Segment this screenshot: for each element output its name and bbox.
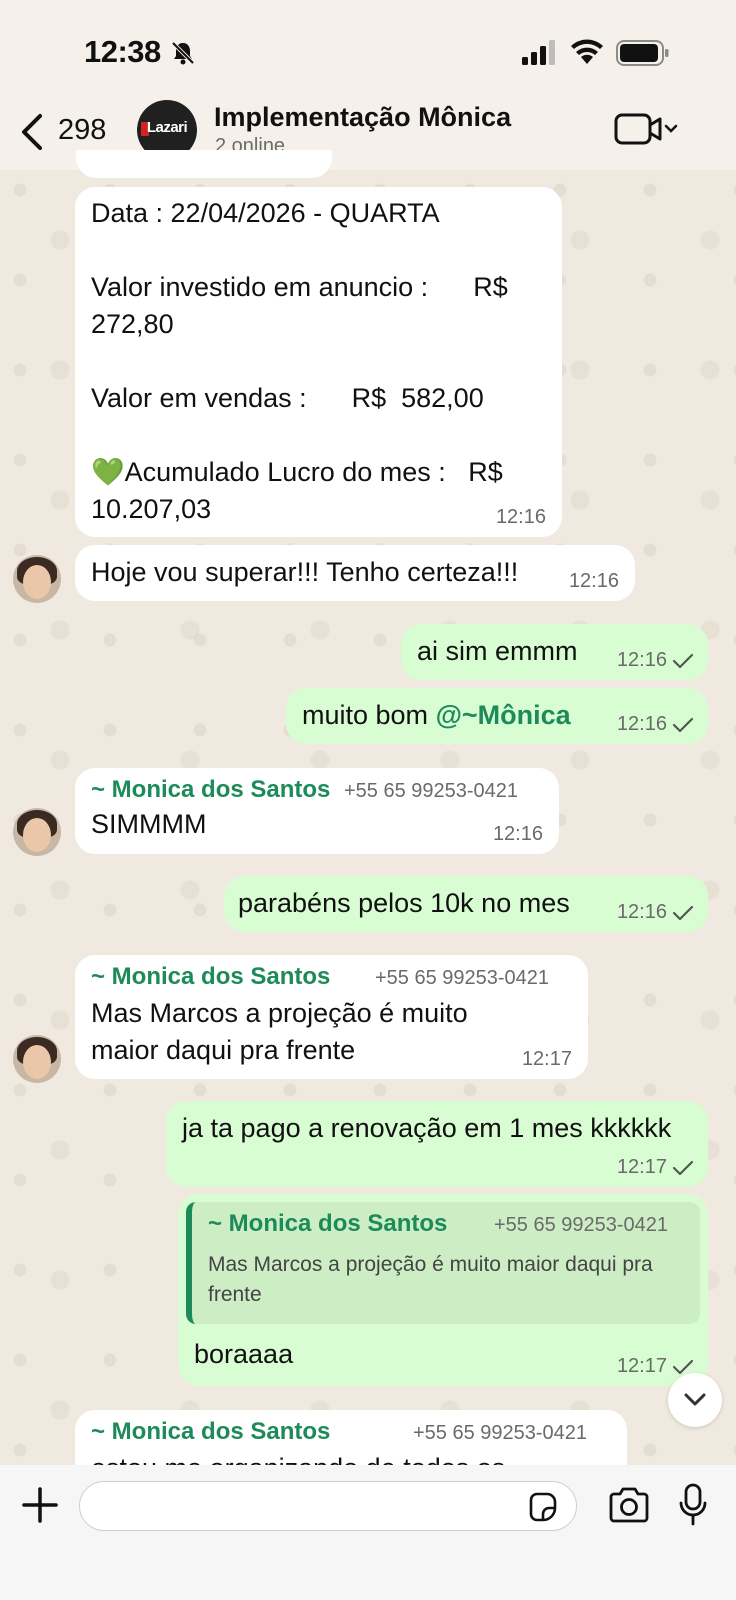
message-time: 12:16 <box>616 901 667 923</box>
message-text: ja ta pago a renovação em 1 mes kkkkkk <box>182 1113 672 1143</box>
chevron-left-icon[interactable] <box>18 112 48 152</box>
message-text: Data : 22/04/2026 - QUARTA Valor investi… <box>91 198 508 524</box>
message-bubble-out[interactable]: ja ta pago a renovação em 1 mes kkkkkk 1… <box>166 1101 708 1187</box>
message-time: 12:16 <box>616 713 667 735</box>
message-bubble-in[interactable]: ~ Monica dos Santos +55 65 99253-0421 Ma… <box>75 955 588 1079</box>
sender-name[interactable]: ~ Monica dos Santos <box>91 1418 330 1446</box>
message-text: parabéns pelos 10k no mes <box>238 888 570 918</box>
sender-phone: +55 65 99253-0421 <box>344 780 519 802</box>
partial-bubble <box>76 150 332 178</box>
message-time: 12:17 <box>616 1355 667 1377</box>
composer-bar <box>0 1465 736 1600</box>
quoted-text: Mas Marcos a projeção é muito maior daqu… <box>208 1253 653 1306</box>
message-bubble-out[interactable]: parabéns pelos 10k no mes 12:16 <box>224 876 708 932</box>
mention-link[interactable]: @~Mônica <box>436 700 571 730</box>
message-time: 12:16 <box>492 823 543 845</box>
back-unread-count[interactable]: 298 <box>58 114 106 147</box>
message-time: 12:17 <box>521 1048 572 1070</box>
microphone-icon[interactable] <box>678 1483 708 1527</box>
avatar[interactable] <box>13 1035 61 1083</box>
quoted-sender-phone: +55 65 99253-0421 <box>494 1214 669 1236</box>
message-meta: 12:17 <box>617 1156 694 1179</box>
group-title[interactable]: Implementação Mônica <box>214 102 511 133</box>
message-time: 12:16 <box>616 649 667 671</box>
read-check-icon <box>672 653 694 668</box>
message-bubble-out[interactable]: muito bom @~Mônica 12:16 <box>286 688 708 744</box>
bell-slash-icon <box>171 41 195 65</box>
message-meta: 12:16 <box>569 570 619 593</box>
sender-phone: +55 65 99253-0421 <box>375 967 550 989</box>
message-text: Hoje vou superar!!! Tenho certeza!!! <box>91 557 519 587</box>
message-text-content: muito bom <box>302 700 436 730</box>
sender-phone: +55 65 99253-0421 <box>413 1422 588 1444</box>
message-text: muito bom @~Mônica <box>302 697 571 734</box>
message-time: 12:17 <box>616 1156 667 1178</box>
sender-name[interactable]: ~ Monica dos Santos <box>91 776 330 804</box>
read-check-icon <box>672 717 694 732</box>
avatar-face <box>23 818 51 852</box>
group-avatar-logo: Lazari <box>146 119 188 136</box>
message-time: 12:16 <box>568 570 619 592</box>
message-text: boraaaa <box>194 1339 294 1369</box>
avatar-face <box>23 565 51 599</box>
sticker-icon[interactable] <box>526 1491 558 1523</box>
message-time: 12:16 <box>495 506 546 528</box>
chevron-down-icon <box>684 1393 706 1406</box>
message-meta: 12:16 <box>617 649 694 672</box>
camera-icon[interactable] <box>608 1487 650 1523</box>
signal-icon <box>522 40 555 65</box>
message-text: Mas Marcos a projeção é muito maior daqu… <box>91 998 476 1065</box>
battery-icon <box>616 40 669 66</box>
avatar[interactable] <box>13 555 61 603</box>
message-meta: 12:17 <box>617 1355 694 1378</box>
message-meta: 12:17 <box>522 1048 572 1071</box>
message-text: SIMMMM <box>91 809 207 839</box>
video-call-icon[interactable] <box>614 112 684 146</box>
avatar-face <box>23 1045 51 1079</box>
avatar[interactable] <box>13 808 61 856</box>
message-text: ai sim emmm <box>417 636 578 666</box>
read-check-icon <box>672 905 694 920</box>
message-input[interactable] <box>98 1482 522 1530</box>
quoted-message[interactable]: ~ Monica dos Santos +55 65 99253-0421 Ma… <box>186 1202 700 1324</box>
message-bubble-in[interactable]: Data : 22/04/2026 - QUARTA Valor investi… <box>75 187 562 537</box>
status-bar: 12:38 <box>0 0 736 100</box>
message-meta: 12:16 <box>617 713 694 736</box>
wifi-icon <box>571 39 603 64</box>
status-time: 12:38 <box>84 34 161 69</box>
message-bubble-out[interactable]: ai sim emmm 12:16 <box>401 624 708 680</box>
message-bubble-in[interactable]: Hoje vou superar!!! Tenho certeza!!! 12:… <box>75 545 635 601</box>
scroll-to-bottom-button[interactable] <box>668 1373 722 1427</box>
message-meta: 12:16 <box>496 506 546 529</box>
read-check-icon <box>672 1160 694 1175</box>
message-bubble-out[interactable]: ~ Monica dos Santos +55 65 99253-0421 Ma… <box>178 1194 708 1386</box>
message-meta: 12:16 <box>617 901 694 924</box>
message-input-wrapper <box>79 1481 577 1531</box>
sender-name[interactable]: ~ Monica dos Santos <box>91 963 330 991</box>
message-meta: 12:16 <box>493 823 543 846</box>
message-bubble-in[interactable]: ~ Monica dos Santos +55 65 99253-0421 SI… <box>75 768 559 854</box>
plus-icon[interactable] <box>20 1485 60 1525</box>
quoted-sender-name: ~ Monica dos Santos <box>208 1210 448 1237</box>
